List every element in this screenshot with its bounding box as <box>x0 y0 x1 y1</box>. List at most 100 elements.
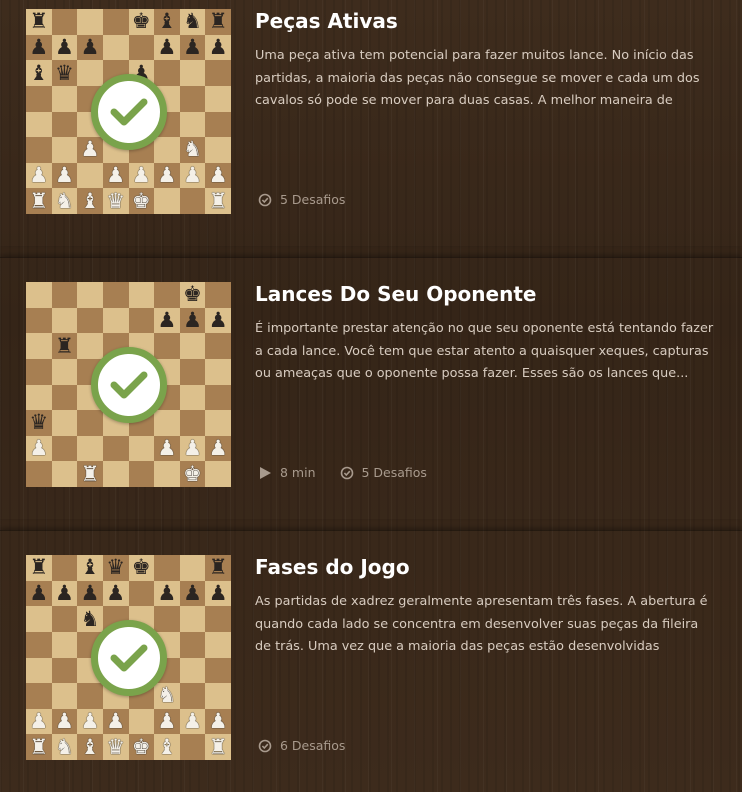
black-pawn-icon: ♟ <box>208 307 228 332</box>
board-square: ♛ <box>26 410 52 436</box>
board-square <box>179 188 206 214</box>
board-square: ♟ <box>205 435 231 462</box>
black-bishop-icon: ♝ <box>80 555 100 580</box>
lesson-card[interactable]: ♜♚♝♞♜♟♟♟♟♟♟♝♛♟♟♟♞♟♟♟♟♟♟♟♜♞♝♛♚♜ Peças Ati… <box>0 0 742 246</box>
board-square: ♟ <box>154 307 180 334</box>
board-square: ♚ <box>128 188 155 214</box>
duration-info: 8 min <box>258 465 316 480</box>
black-bishop-icon: ♝ <box>157 9 177 34</box>
white-knight-icon: ♞ <box>55 734 74 759</box>
board-square: ♜ <box>205 555 231 581</box>
chess-board-thumbnail[interactable]: ♜♝♛♚♜♟♟♟♟♟♟♟♞♟♞♟♟♟♟♟♟♟♜♞♝♛♚♝♜ <box>26 555 231 760</box>
challenges-info: 5 Desafios <box>258 192 345 207</box>
board-square <box>179 410 206 436</box>
lesson-title[interactable]: Peças Ativas <box>255 9 398 33</box>
black-knight-icon: ♞ <box>80 606 100 631</box>
challenges-count: 6 Desafios <box>280 738 346 753</box>
board-square <box>179 631 206 658</box>
board-square: ♟ <box>179 162 206 189</box>
board-square <box>205 683 231 709</box>
board-square <box>154 410 180 436</box>
board-square: ♟ <box>77 708 103 735</box>
board-square: ♞ <box>179 9 206 35</box>
black-pawn-icon: ♟ <box>80 580 100 605</box>
board-square: ♝ <box>154 9 180 35</box>
board-square: ♟ <box>102 162 129 189</box>
board-square <box>77 9 103 35</box>
chess-board-thumbnail[interactable]: ♜♚♝♞♜♟♟♟♟♟♟♝♛♟♟♟♞♟♟♟♟♟♟♟♜♞♝♛♚♜ <box>26 9 231 214</box>
board-square <box>51 85 78 112</box>
board-square: ♜ <box>26 555 52 581</box>
board-square <box>205 657 231 684</box>
black-rook-icon: ♜ <box>29 9 49 34</box>
board-square <box>77 683 103 709</box>
board-square: ♟ <box>102 708 129 735</box>
board-square <box>179 111 206 138</box>
white-bishop-icon: ♝ <box>157 734 177 759</box>
board-square: ♟ <box>179 435 206 462</box>
black-pawn-icon: ♟ <box>55 34 74 59</box>
black-rook-icon: ♜ <box>208 555 228 580</box>
board-square: ♟ <box>179 708 206 735</box>
board-square <box>154 137 180 163</box>
lesson-title[interactable]: Lances Do Seu Oponente <box>255 282 536 306</box>
board-square: ♞ <box>51 734 78 760</box>
lesson-card[interactable]: ♚ ♟ ♟ ♟ ♜ ♛ ♟ ♟ ♟ ♟ ♜ ♚ Lances Do Seu Oponente É im… <box>0 257 742 519</box>
board-square: ♛ <box>102 188 129 214</box>
board-square: ♟ <box>102 580 129 607</box>
board-square <box>51 410 78 436</box>
board-square <box>51 111 78 138</box>
check-circle-small-icon <box>340 466 353 479</box>
white-pawn-icon: ♟ <box>183 709 202 734</box>
board-square: ♟ <box>26 708 52 735</box>
board-square <box>128 461 155 487</box>
lesson-duration: 8 min <box>280 465 316 480</box>
board-square <box>51 555 78 581</box>
white-rook-icon: ♜ <box>29 188 49 213</box>
black-knight-icon: ♞ <box>183 9 202 34</box>
board-square <box>128 435 155 462</box>
lesson-description: Uma peça ativa tem potencial para fazer … <box>255 48 700 108</box>
white-pawn-icon: ♟ <box>208 709 228 734</box>
board-square: ♜ <box>26 188 52 214</box>
black-pawn-icon: ♟ <box>106 580 126 605</box>
board-square <box>51 307 78 334</box>
chess-board-thumbnail[interactable]: ♚ ♟ ♟ ♟ ♜ ♛ ♟ ♟ ♟ ♟ ♜ ♚ <box>26 282 231 487</box>
black-pawn-icon: ♟ <box>208 34 228 59</box>
board-square <box>51 384 78 411</box>
board-square: ♟ <box>205 708 231 735</box>
white-bishop-icon: ♝ <box>80 188 100 213</box>
white-pawn-icon: ♟ <box>157 436 177 461</box>
board-square: ♟ <box>179 34 206 61</box>
board-square: ♝ <box>26 60 52 86</box>
board-square: ♟ <box>205 580 231 607</box>
board-square <box>128 708 155 735</box>
board-square <box>77 410 103 436</box>
board-square: ♟ <box>77 34 103 61</box>
board-square: ♟ <box>26 580 52 607</box>
black-pawn-icon: ♟ <box>55 580 74 605</box>
board-square <box>26 282 52 308</box>
board-square <box>179 333 206 359</box>
black-pawn-icon: ♟ <box>29 580 49 605</box>
board-square <box>179 657 206 684</box>
lesson-title[interactable]: Fases do Jogo <box>255 555 410 579</box>
board-square <box>102 34 129 61</box>
white-knight-icon: ♞ <box>183 137 202 162</box>
white-pawn-icon: ♟ <box>80 137 100 162</box>
board-square <box>26 307 52 334</box>
board-square <box>26 461 52 487</box>
lesson-card[interactable]: ♜♝♛♚♜♟♟♟♟♟♟♟♞♟♞♟♟♟♟♟♟♟♜♞♝♛♚♝♜ Fases do J… <box>0 530 742 792</box>
board-square: ♟ <box>26 435 52 462</box>
white-pawn-icon: ♟ <box>131 163 151 188</box>
board-square <box>154 555 180 581</box>
board-square: ♝ <box>77 734 103 760</box>
board-square: ♝ <box>154 734 180 760</box>
board-square <box>205 606 231 632</box>
white-queen-icon: ♛ <box>106 188 126 213</box>
black-rook-icon: ♜ <box>29 555 49 580</box>
check-circle-small-icon <box>258 739 272 752</box>
board-square <box>205 410 231 436</box>
board-square: ♟ <box>179 580 206 607</box>
white-pawn-icon: ♟ <box>29 436 49 461</box>
